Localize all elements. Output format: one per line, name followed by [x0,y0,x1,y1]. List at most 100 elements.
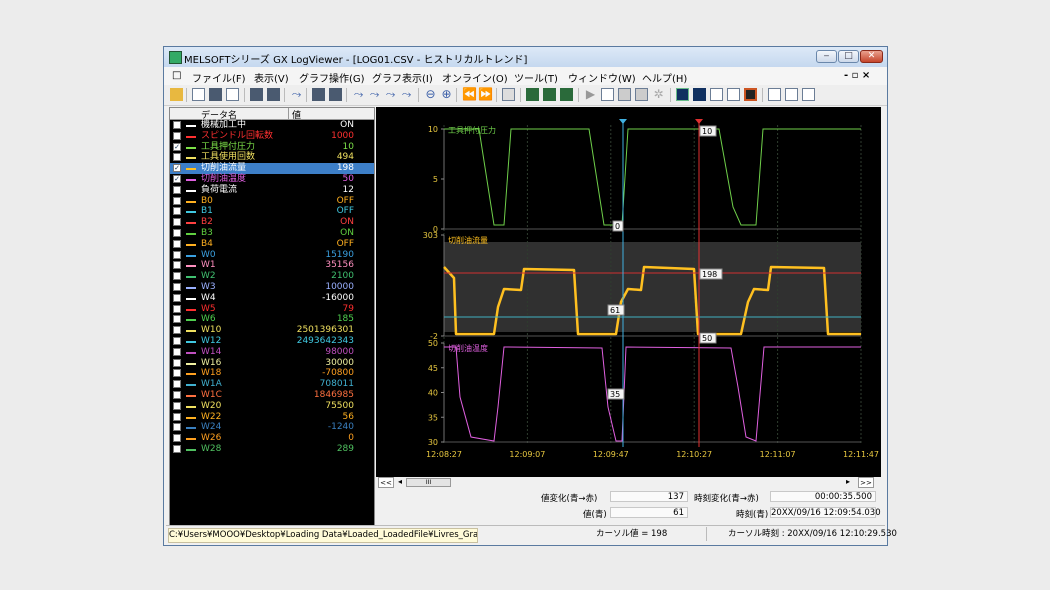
scroll-right-button[interactable]: >> [858,477,874,488]
vertical-layout-icon[interactable] [710,88,723,101]
series-checkbox[interactable] [173,239,181,248]
scroll-thumb[interactable]: III [406,478,451,487]
menu-tool[interactable]: ツール(T) [514,70,558,85]
cursor-tool-4-icon[interactable]: ⤳ [400,88,413,101]
data-list-row[interactable]: W20 75500 [170,401,374,412]
menu-view[interactable]: 表示(V) [254,70,289,85]
data-list-row[interactable]: W14 98000 [170,347,374,358]
data-list-row[interactable]: W1C 1846985 [170,390,374,401]
cursor-tool-3-icon[interactable]: ⤳ [384,88,397,101]
data-list-row[interactable]: 機械加工中 ON [170,120,374,131]
record-3-icon[interactable] [560,88,573,101]
data-list-row[interactable]: B1 OFF [170,206,374,217]
data-list-row[interactable]: W22 56 [170,412,374,423]
scroll-step-left-icon[interactable]: ◂ [398,477,402,486]
series-checkbox[interactable] [173,412,181,421]
menu-graph-operation[interactable]: グラフ操作(G) [299,70,365,85]
open-folder-icon[interactable] [170,88,183,101]
data-list-row[interactable]: W4 -16000 [170,293,374,304]
title-bar[interactable]: MELSOFTシリーズ GX LogViewer - [LOG01.CSV - … [164,47,887,67]
menu-file[interactable]: ファイル(F) [192,70,246,85]
series-checkbox[interactable] [173,445,181,453]
window-list-icon[interactable] [802,88,815,101]
series-checkbox[interactable] [173,121,181,129]
series-checkbox[interactable]: ✓ [173,142,181,151]
series-checkbox[interactable] [173,401,181,410]
display-mode-2-icon[interactable] [693,88,706,101]
zoom-in-icon[interactable]: ⊕ [440,88,453,101]
data-list-row[interactable]: W3 10000 [170,282,374,293]
mdi-controls[interactable]: - ▫ × [844,70,870,81]
series-checkbox[interactable] [173,153,181,162]
star-icon[interactable]: ✲ [652,88,665,101]
series-checkbox[interactable] [173,434,181,443]
data-list-row[interactable]: W1 35156 [170,260,374,271]
series-checkbox[interactable] [173,131,181,140]
save-icon[interactable] [192,88,205,101]
series-checkbox[interactable] [173,423,181,432]
stop-icon[interactable] [601,88,614,101]
record-2-icon[interactable] [543,88,556,101]
data-list-row[interactable]: B2 ON [170,217,374,228]
series-checkbox[interactable]: ✓ [173,175,181,183]
cursor-tool-2-icon[interactable]: ⤳ [368,88,381,101]
menu-graph-display[interactable]: グラフ表示(I) [372,70,433,85]
data-list-row[interactable]: W18 -70800 [170,368,374,379]
split-vertical-icon[interactable] [768,88,781,101]
series-checkbox[interactable] [173,315,181,324]
data-list-row[interactable]: W2 2100 [170,271,374,282]
menu-online[interactable]: オンライン(O) [442,70,508,85]
series-checkbox[interactable] [173,229,181,237]
data-list-row[interactable]: スピンドル回転数 1000 [170,131,374,142]
series-checkbox[interactable] [173,185,181,194]
layout-2-icon[interactable] [635,88,648,101]
graph-icon[interactable] [250,88,263,101]
series-checkbox[interactable] [173,326,181,335]
series-checkbox[interactable] [173,283,181,291]
series-checkbox[interactable] [173,337,181,345]
series-checkbox[interactable] [173,207,181,216]
data-list-row[interactable]: W6 185 [170,314,374,325]
data-list-row[interactable]: ✓ 切削油流量 198 [170,163,374,174]
cursor-tool-icon[interactable]: ⤳ [352,88,365,101]
series-checkbox[interactable] [173,196,181,205]
split-horizontal-icon[interactable] [785,88,798,101]
series-checkbox[interactable] [173,304,181,313]
data-list-row[interactable]: W24 -1240 [170,422,374,433]
data-list-row[interactable]: W26 0 [170,433,374,444]
series-checkbox[interactable] [173,347,181,356]
data-list-row[interactable]: W28 289 [170,444,374,455]
data-list-row[interactable]: W5 79 [170,304,374,315]
data-list-row[interactable]: W0 15190 [170,250,374,261]
series-checkbox[interactable]: ✓ [173,164,181,173]
document-icon[interactable]: □ [172,70,181,81]
series-checkbox[interactable] [173,380,181,389]
data-list-row[interactable]: 工具使用回数 494 [170,152,374,163]
grid-icon[interactable] [502,88,515,101]
chart-mode-icon[interactable] [312,88,325,101]
menu-help[interactable]: ヘルプ(H) [642,70,687,85]
series-checkbox[interactable] [173,261,181,270]
print-icon[interactable] [226,88,239,101]
trend-chart[interactable]: 12:08:27 12:09:07 12:09:47 12:10:27 12:11:07… [376,107,881,477]
series-checkbox[interactable] [173,391,181,399]
series-checkbox[interactable] [173,293,181,302]
trend-icon[interactable]: ⤳ [290,88,303,101]
series-checkbox[interactable] [173,250,181,259]
menu-window[interactable]: ウィンドウ(W) [568,70,636,85]
maximize-button[interactable]: □ [838,50,859,63]
stop-recording-icon[interactable] [744,88,757,101]
data-list-row[interactable]: W16 30000 [170,358,374,369]
data-list-row[interactable]: W1A 708011 [170,379,374,390]
minimize-button[interactable]: ‒ [816,50,837,63]
graph-zoom-icon[interactable] [267,88,280,101]
fast-forward-icon[interactable]: ⏩ [478,88,493,101]
data-list-row[interactable]: ✓ 切削油温度 50 [170,174,374,185]
series-checkbox[interactable] [173,369,181,378]
series-checkbox[interactable] [173,272,181,281]
data-list-row[interactable]: B3 ON [170,228,374,239]
data-list-row[interactable]: W10 2501396301 [170,325,374,336]
rewind-icon[interactable]: ⏪ [462,88,477,101]
close-button[interactable]: ✕ [860,50,883,63]
export-icon[interactable] [209,88,222,101]
